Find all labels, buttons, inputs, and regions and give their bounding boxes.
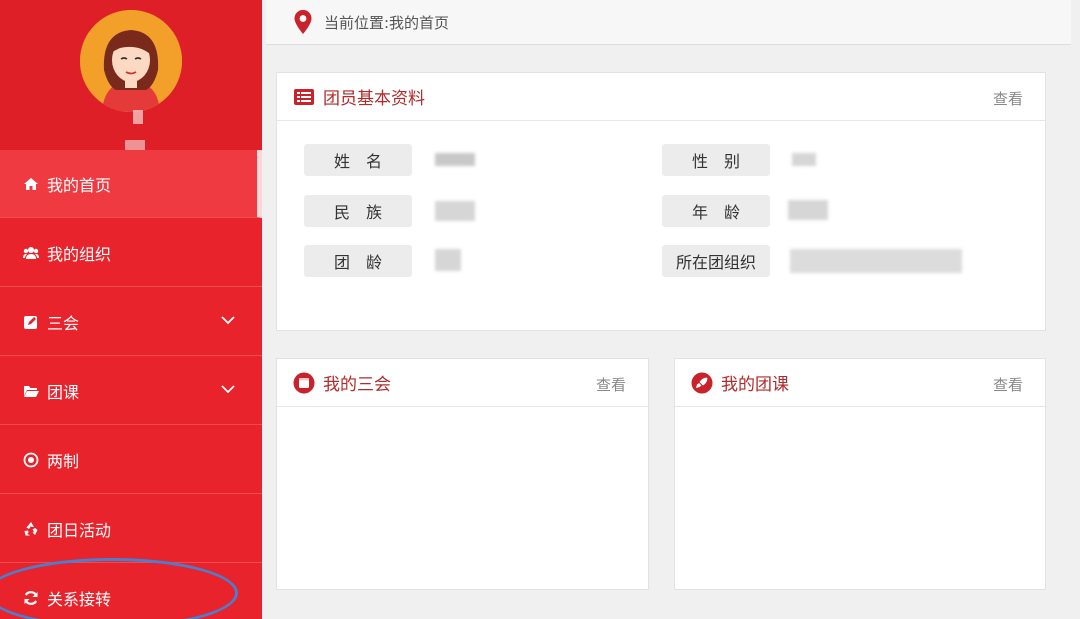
avatar [80, 10, 182, 112]
sidebar-item-label: 我的首页 [47, 175, 112, 195]
home-icon [22, 175, 40, 193]
redacted-value [435, 201, 475, 221]
panel-header: 团员基本资料 查看 [277, 73, 1045, 121]
rocket-icon [691, 372, 713, 394]
recycle-icon [22, 520, 40, 538]
sidebar-item-two-systems[interactable]: 两制 [0, 426, 262, 494]
sidebar-item-home[interactable]: 我的首页 [0, 150, 262, 218]
dot-circle-icon [22, 451, 40, 469]
breadcrumb: 当前位置:我的首页 [266, 0, 1071, 45]
my-three-meetings-panel: 我的三会 查看 [276, 358, 649, 590]
sidebar-item-label: 我的组织 [47, 244, 112, 264]
redacted-value [790, 249, 962, 273]
field-label-league-age: 团 龄 [304, 245, 412, 277]
view-more-link[interactable]: 查看 [993, 374, 1023, 395]
sidebar-item-label: 关系接转 [47, 590, 112, 609]
sidebar-item-label: 团课 [47, 382, 80, 402]
redacted-value [435, 153, 475, 166]
redacted-value [792, 153, 816, 166]
sidebar-item-organization[interactable]: 我的组织 [0, 219, 262, 287]
chevron-down-icon[interactable] [220, 312, 236, 328]
sidebar-item-three-meetings[interactable]: 三会 [0, 288, 262, 356]
view-more-link[interactable]: 查看 [596, 374, 626, 395]
sidebar-item-team-lessons[interactable]: 团课 [0, 357, 262, 425]
panel-title: 我的团课 [721, 375, 789, 395]
location-pin-icon [294, 10, 312, 34]
panel-title: 我的三会 [323, 375, 391, 395]
folder-open-icon [22, 382, 40, 400]
my-team-lessons-panel: 我的团课 查看 [674, 358, 1046, 590]
sidebar-item-relation-transfer[interactable]: 关系接转 [0, 564, 262, 619]
redacted-value [435, 249, 461, 271]
field-label-name: 姓 名 [304, 144, 412, 176]
field-label-organization: 所在团组织 [662, 245, 770, 277]
sidebar: 我的首页 我的组织 三会 团课 两制 团日活动 关系接转 [0, 0, 262, 619]
member-info-panel: 团员基本资料 查看 姓 名 性 别 民 族 年 龄 团 龄 所在团组织 [276, 72, 1046, 331]
field-label-age: 年 龄 [662, 195, 770, 227]
edit-icon [22, 313, 40, 331]
refresh-icon [22, 589, 40, 607]
breadcrumb-text: 当前位置:我的首页 [324, 13, 450, 32]
sidebar-item-league-day-activities[interactable]: 团日活动 [0, 495, 262, 563]
field-label-gender: 性 别 [662, 144, 770, 176]
calendar-icon [293, 372, 315, 394]
list-icon [293, 86, 315, 108]
view-more-link[interactable]: 查看 [993, 88, 1023, 109]
field-label-ethnicity: 民 族 [304, 195, 412, 227]
user-profile [0, 0, 262, 156]
panel-header: 我的团课 查看 [675, 359, 1045, 407]
sidebar-item-label: 两制 [47, 451, 80, 471]
redacted-value [788, 200, 828, 220]
sidebar-item-label: 三会 [47, 313, 80, 333]
chevron-down-icon[interactable] [220, 381, 236, 397]
panel-header: 我的三会 查看 [277, 359, 648, 407]
main-content: 当前位置:我的首页 团员基本资料 查看 姓 名 性 别 民 族 年 龄 团 龄 … [262, 0, 1080, 619]
panel-title: 团员基本资料 [323, 89, 425, 109]
users-icon [22, 244, 40, 262]
sidebar-item-label: 团日活动 [47, 520, 112, 540]
